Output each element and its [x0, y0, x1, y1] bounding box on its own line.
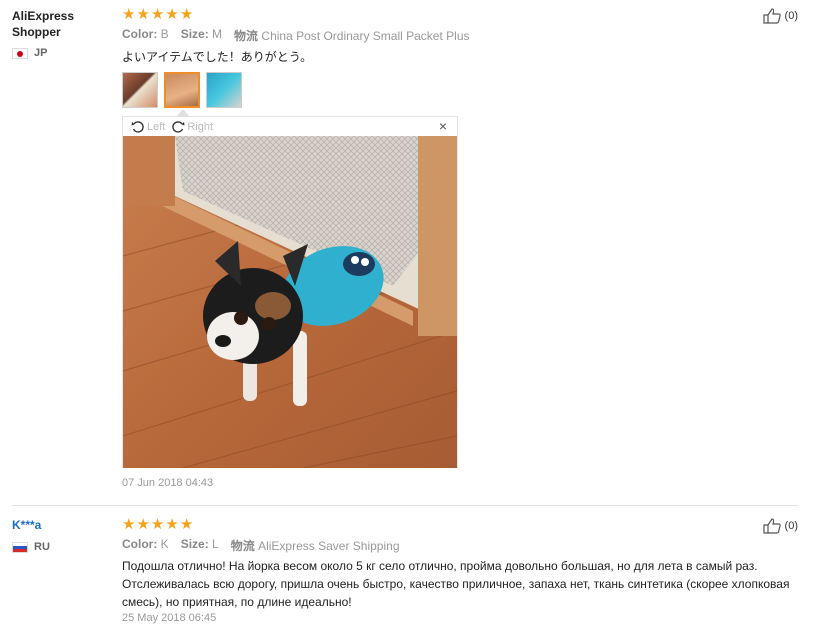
- review-photos: [122, 72, 242, 108]
- russia-flag-icon: [12, 541, 28, 553]
- review-item: K***a RU ★ ★ ★ ★ ★ Color: K Size: L 物流 A…: [0, 506, 820, 630]
- order-info: Color: K Size: L 物流 AliExpress Saver Shi…: [122, 537, 400, 554]
- viewer-toolbar: Left Right ×: [123, 117, 457, 136]
- helpful-button[interactable]: (0): [762, 518, 798, 534]
- close-icon[interactable]: ×: [439, 118, 447, 134]
- photo-thumbnail[interactable]: [122, 72, 158, 108]
- shipping-value: China Post Ordinary Small Packet Plus: [261, 29, 470, 43]
- star-icon: ★: [122, 6, 136, 23]
- order-info: Color: B Size: M 物流 China Post Ordinary …: [122, 27, 470, 44]
- country-code: RU: [34, 541, 50, 553]
- star-icon: ★: [150, 516, 165, 533]
- review-text: Подошла отлично! На йорка весом около 5 …: [122, 559, 790, 609]
- helpful-button[interactable]: (0): [762, 8, 798, 24]
- thumbs-up-icon[interactable]: [762, 518, 781, 534]
- reviewer-country: JP: [12, 47, 47, 59]
- star-rating: ★ ★ ★ ★ ★: [122, 517, 193, 532]
- dog-photo-image: [123, 136, 457, 468]
- review-date: 25 May 2018 06:45: [122, 612, 217, 624]
- rotate-right-button[interactable]: Right: [171, 120, 213, 134]
- color-label: Color:: [122, 27, 158, 41]
- star-icon: ★: [179, 6, 194, 23]
- shipping-label: 物流: [234, 29, 259, 43]
- thumbs-up-icon[interactable]: [762, 8, 781, 24]
- reviewer-country: RU: [12, 541, 50, 553]
- shipping-label: 物流: [230, 539, 255, 553]
- star-rating: ★ ★ ★ ★ ★: [122, 7, 193, 22]
- review-date: 07 Jun 2018 04:43: [122, 477, 214, 489]
- shipping-value: AliExpress Saver Shipping: [258, 539, 400, 553]
- reviewer-name: AliExpress Shopper: [12, 9, 75, 39]
- star-icon: ★: [165, 6, 179, 23]
- rotate-left-button[interactable]: Left: [131, 120, 165, 134]
- rotate-left-label: Left: [147, 120, 166, 133]
- rotate-right-icon[interactable]: [171, 120, 185, 134]
- photo-thumbnail-selected[interactable]: [164, 72, 200, 108]
- review-photo: [123, 136, 457, 468]
- selected-photo-caret: [177, 109, 189, 116]
- photo-thumbnail[interactable]: [206, 72, 242, 108]
- color-value: B: [160, 27, 169, 41]
- star-icon: ★: [136, 6, 150, 23]
- color-label: Color:: [122, 537, 158, 551]
- star-icon: ★: [136, 516, 150, 533]
- japan-flag-icon: [12, 47, 28, 59]
- size-label: Size:: [180, 537, 209, 551]
- rotate-left-icon[interactable]: [131, 120, 145, 134]
- star-icon: ★: [150, 6, 165, 23]
- reviewer-name[interactable]: K***a: [12, 517, 41, 533]
- size-value: L: [212, 537, 219, 551]
- helpful-count: (0): [784, 10, 798, 22]
- star-icon: ★: [122, 516, 136, 533]
- rotate-right-label: Right: [187, 120, 214, 133]
- size-value: M: [212, 27, 223, 41]
- star-icon: ★: [165, 516, 179, 533]
- review-item: AliExpress Shopper JP ★ ★ ★ ★ ★ Color: B…: [0, 0, 820, 505]
- country-code: JP: [34, 47, 48, 59]
- review-text: よいアイテムでした！ありがとう。: [122, 50, 313, 64]
- star-icon: ★: [179, 516, 194, 533]
- size-label: Size:: [180, 27, 209, 41]
- color-value: K: [160, 537, 169, 551]
- helpful-count: (0): [784, 520, 798, 532]
- photo-viewer: Left Right ×: [122, 116, 458, 468]
